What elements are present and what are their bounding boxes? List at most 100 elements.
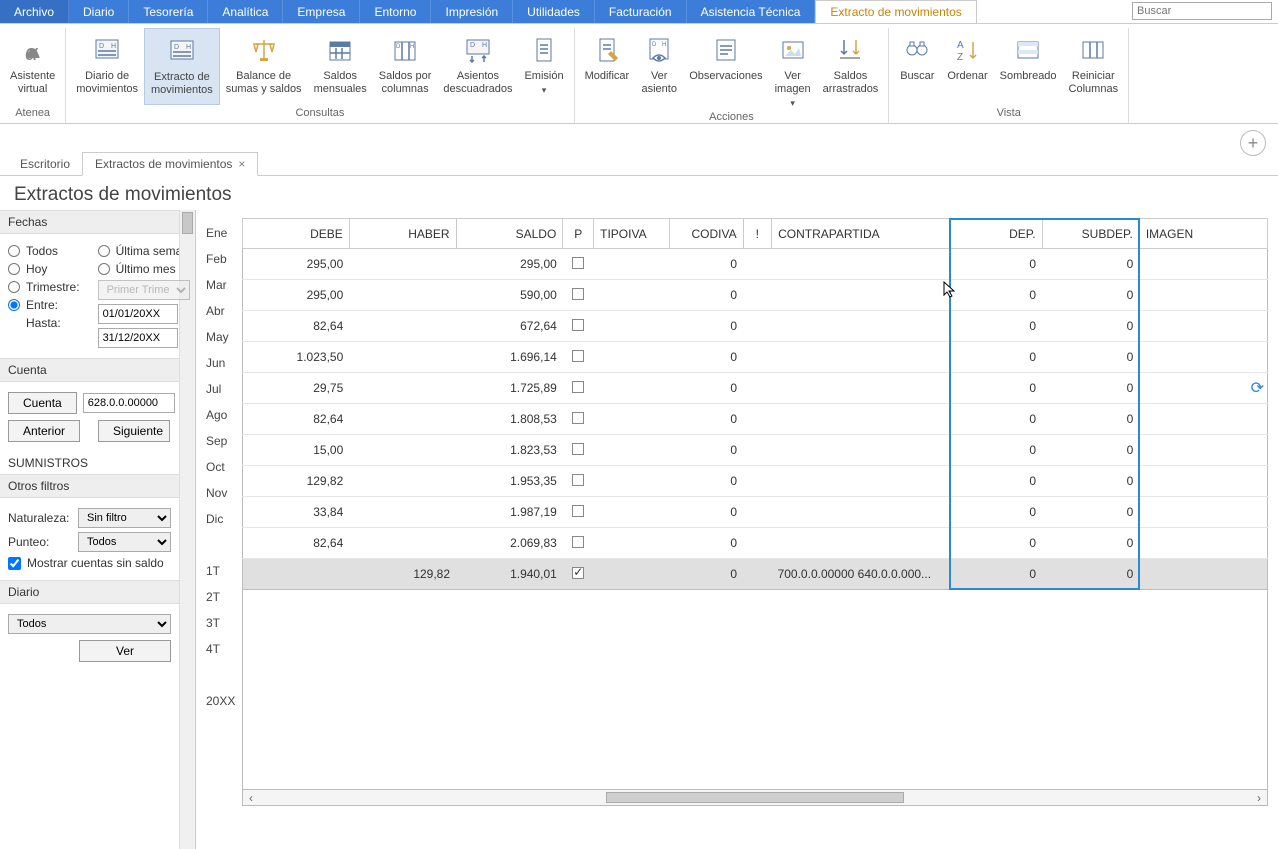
month-Mar[interactable]: Mar	[196, 272, 242, 298]
menu-empresa[interactable]: Empresa	[283, 0, 360, 23]
radio-hoy[interactable]	[8, 263, 20, 275]
ribbon-extracto-movimientos[interactable]: DHExtracto de movimientos	[144, 28, 220, 105]
ribbon-balance-sumas-saldos[interactable]: Balance de sumas y saldos	[220, 28, 308, 105]
input-hasta[interactable]	[98, 328, 178, 348]
month-May[interactable]: May	[196, 324, 242, 350]
search-input[interactable]	[1132, 2, 1272, 20]
col-saldo[interactable]: SALDO	[456, 219, 563, 249]
menu-tesorería[interactable]: Tesorería	[129, 0, 208, 23]
menu-impresión[interactable]: Impresión	[431, 0, 513, 23]
col-dep[interactable]: DEP.	[950, 219, 1043, 249]
ribbon-emision[interactable]: Emisión▾	[518, 28, 569, 105]
col-codiva[interactable]: CODIVA	[670, 219, 744, 249]
ribbon-reiniciar-columnas[interactable]: Reiniciar Columnas	[1063, 28, 1125, 105]
checkbox-p[interactable]	[572, 257, 584, 269]
col-tipoiva[interactable]: TIPOIVA	[594, 219, 670, 249]
select-trimestre[interactable]: Primer Trimestre	[98, 280, 190, 300]
ribbon-saldos-mensuales[interactable]: Saldos mensuales	[308, 28, 373, 105]
btn-ver[interactable]: Ver	[79, 640, 171, 662]
month-Sep[interactable]: Sep	[196, 428, 242, 454]
ribbon-sombreado[interactable]: Sombreado	[994, 28, 1063, 105]
checkbox-p[interactable]	[572, 412, 584, 424]
chk-sin-saldo[interactable]	[8, 557, 21, 570]
checkbox-p[interactable]	[572, 381, 584, 393]
month-Oct[interactable]: Oct	[196, 454, 242, 480]
add-button[interactable]: +	[1240, 130, 1266, 156]
col-p[interactable]: P	[563, 219, 594, 249]
checkbox-p[interactable]	[572, 443, 584, 455]
col-debe[interactable]: DEBE	[243, 219, 350, 249]
menu-extracto-de-movimientos[interactable]: Extracto de movimientos	[815, 0, 976, 23]
table-row[interactable]: 1.023,501.696,14000	[243, 342, 1268, 373]
btn-anterior[interactable]: Anterior	[8, 420, 80, 442]
select-naturaleza[interactable]: Sin filtro	[78, 508, 171, 528]
input-cuenta[interactable]	[83, 393, 175, 413]
select-punteo[interactable]: Todos	[78, 532, 171, 552]
checkbox-p[interactable]	[572, 474, 584, 486]
checkbox-p[interactable]	[572, 536, 584, 548]
month-Nov[interactable]: Nov	[196, 480, 242, 506]
month-Dic[interactable]: Dic	[196, 506, 242, 532]
table-row[interactable]: 129,821.940,010700.0.0.00000 640.0.0.000…	[243, 559, 1268, 590]
table-row[interactable]: 295,00295,00000	[243, 249, 1268, 280]
month-Abr[interactable]: Abr	[196, 298, 242, 324]
ribbon-diario-movimientos[interactable]: DHDiario de movimientos	[70, 28, 144, 105]
month-Ene[interactable]: Ene	[196, 220, 242, 246]
month-20XX[interactable]: 20XX	[196, 688, 242, 714]
radio-ultimo-mes[interactable]	[98, 263, 110, 275]
menu-archivo[interactable]: Archivo	[0, 0, 69, 23]
checkbox-p[interactable]	[572, 505, 584, 517]
month-Jul[interactable]: Jul	[196, 376, 242, 402]
scroll-right[interactable]: ›	[1251, 791, 1267, 805]
month-Ago[interactable]: Ago	[196, 402, 242, 428]
scroll-left[interactable]: ‹	[243, 791, 259, 805]
month-Feb[interactable]: Feb	[196, 246, 242, 272]
table-row[interactable]: 29,751.725,89000	[243, 373, 1268, 404]
ribbon-ver-asiento[interactable]: DHVer asiento	[635, 28, 683, 109]
h-scrollbar[interactable]: ‹ ›	[242, 790, 1268, 806]
ribbon-ordenar[interactable]: AZOrdenar	[941, 28, 993, 105]
ribbon-ver-imagen[interactable]: Ver imagen▾	[769, 28, 817, 109]
col-![interactable]: !	[743, 219, 771, 249]
col-contrapartida[interactable]: CONTRAPARTIDA	[772, 219, 950, 249]
table-row[interactable]: 129,821.953,35000	[243, 466, 1268, 497]
radio-entre[interactable]	[8, 299, 20, 311]
ribbon-buscar[interactable]: Buscar	[893, 28, 941, 105]
menu-diario[interactable]: Diario	[69, 0, 129, 23]
table-row[interactable]: 82,642.069,83000	[243, 528, 1268, 559]
close-icon[interactable]: ×	[238, 157, 245, 171]
table-row[interactable]: 295,00590,00000	[243, 280, 1268, 311]
col-subdep[interactable]: SUBDEP.	[1042, 219, 1139, 249]
table-row[interactable]: 82,64672,64000	[243, 311, 1268, 342]
col-imagen[interactable]: IMAGEN	[1139, 219, 1267, 249]
radio-todos[interactable]	[8, 245, 20, 257]
month-3T[interactable]: 3T	[196, 610, 242, 636]
grid[interactable]: DEBEHABERSALDOPTIPOIVACODIVA!CONTRAPARTI…	[242, 218, 1268, 590]
ribbon-observaciones[interactable]: Observaciones	[683, 28, 768, 109]
select-diario[interactable]: Todos	[8, 614, 171, 634]
month-4T[interactable]: 4T	[196, 636, 242, 662]
menu-facturación[interactable]: Facturación	[595, 0, 687, 23]
btn-siguiente[interactable]: Siguiente	[98, 420, 170, 442]
table-row[interactable]: 33,841.987,19000	[243, 497, 1268, 528]
menu-analítica[interactable]: Analítica	[208, 0, 283, 23]
radio-ultima-semana[interactable]	[98, 245, 110, 257]
col-haber[interactable]: HABER	[349, 219, 456, 249]
ribbon-saldos-columnas[interactable]: DHSaldos por columnas	[373, 28, 438, 105]
ribbon-asistente-virtual[interactable]: αAsistente virtual	[4, 28, 61, 105]
ribbon-saldos-arrastrados[interactable]: Saldos arrastrados	[817, 28, 885, 109]
input-entre[interactable]	[98, 304, 178, 324]
menu-utilidades[interactable]: Utilidades	[513, 0, 595, 23]
checkbox-p[interactable]	[572, 350, 584, 362]
month-1T[interactable]: 1T	[196, 558, 242, 584]
tab-escritorio[interactable]: Escritorio	[8, 153, 82, 175]
radio-trimestre[interactable]	[8, 281, 20, 293]
checkbox-p[interactable]	[572, 567, 584, 579]
ribbon-asientos-descuadrados[interactable]: DHAsientos descuadrados	[437, 28, 518, 105]
menu-asistencia-técnica[interactable]: Asistencia Técnica	[687, 0, 816, 23]
month-Jun[interactable]: Jun	[196, 350, 242, 376]
month-2T[interactable]: 2T	[196, 584, 242, 610]
tab-extractos-de-movimientos[interactable]: Extractos de movimientos×	[82, 152, 258, 176]
checkbox-p[interactable]	[572, 319, 584, 331]
menu-entorno[interactable]: Entorno	[360, 0, 431, 23]
